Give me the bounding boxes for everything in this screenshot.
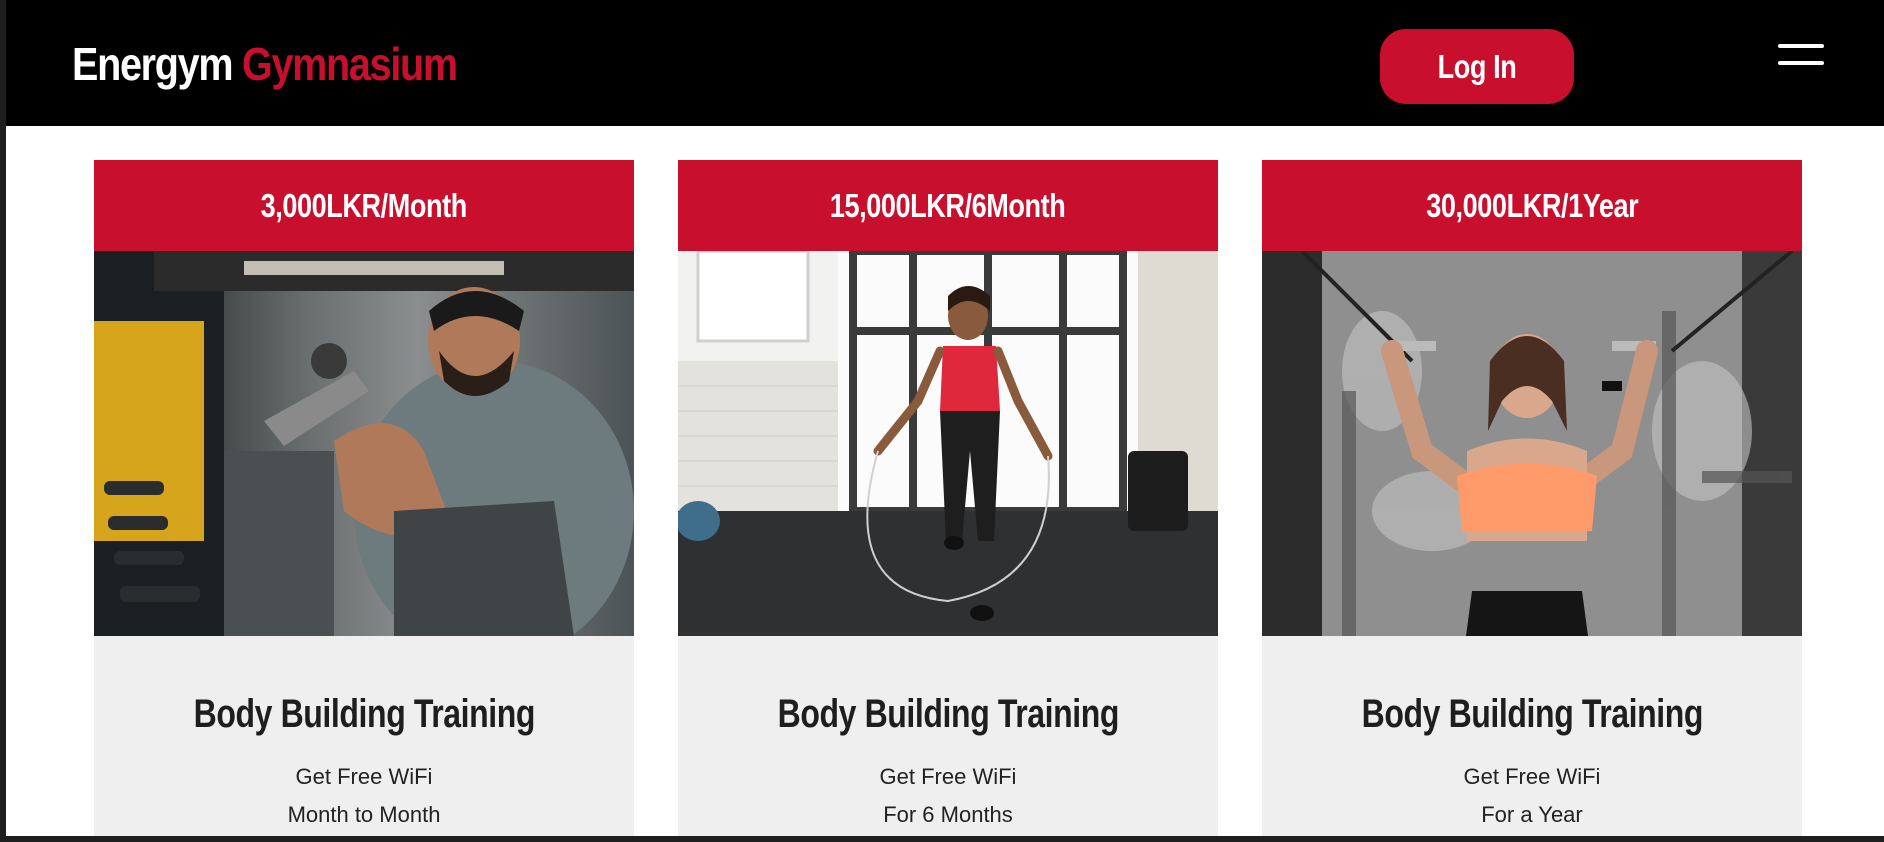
plan-title: Body Building Training	[1361, 692, 1703, 736]
plan-feature: Get Free WiFi	[1463, 764, 1601, 789]
pricing-card-monthly: 3,000LKR/Month Body Building Training Ge…	[94, 160, 634, 836]
page: Energym Gymnasium Log In 3,000LKR/Month	[6, 0, 1884, 836]
pricing-card-6month: 15,000LKR/6Month Body Building Training …	[678, 160, 1218, 836]
pricing-card-yearly: 30,000LKR/1Year Body Building Training G…	[1262, 160, 1802, 836]
navbar: Energym Gymnasium Log In	[6, 0, 1884, 126]
plan-feature: Get Free WiFi	[879, 764, 1017, 789]
price-label: 3,000LKR/Month	[260, 186, 468, 224]
price-banner: 3,000LKR/Month	[94, 160, 634, 251]
woman-cable-pulldown-photo	[1262, 251, 1802, 636]
woman-jumping-rope-photo	[678, 251, 1218, 636]
hamburger-menu-icon[interactable]	[1776, 40, 1826, 76]
plan-feature: For a Year	[1481, 802, 1583, 827]
price-banner: 30,000LKR/1Year	[1262, 160, 1802, 251]
plan-title: Body Building Training	[193, 692, 535, 736]
price-label: 30,000LKR/1Year	[1426, 186, 1638, 224]
brand-name-first: Energym	[72, 38, 234, 90]
plan-feature: Get Free WiFi	[295, 764, 433, 789]
brand-logo[interactable]: Energym Gymnasium	[72, 36, 458, 92]
plan-feature: For 6 Months	[883, 802, 1013, 827]
price-banner: 15,000LKR/6Month	[678, 160, 1218, 251]
plan-feature: Month to Month	[287, 802, 441, 827]
login-button[interactable]: Log In	[1380, 29, 1574, 104]
browser-frame: Energym Gymnasium Log In 3,000LKR/Month	[0, 0, 1884, 842]
plan-title: Body Building Training	[777, 692, 1119, 736]
login-button-label: Log In	[1437, 47, 1517, 85]
brand-name-second: Gymnasium	[241, 38, 458, 90]
man-doing-bicep-curls-photo	[94, 251, 634, 636]
price-label: 15,000LKR/6Month	[830, 186, 1066, 224]
